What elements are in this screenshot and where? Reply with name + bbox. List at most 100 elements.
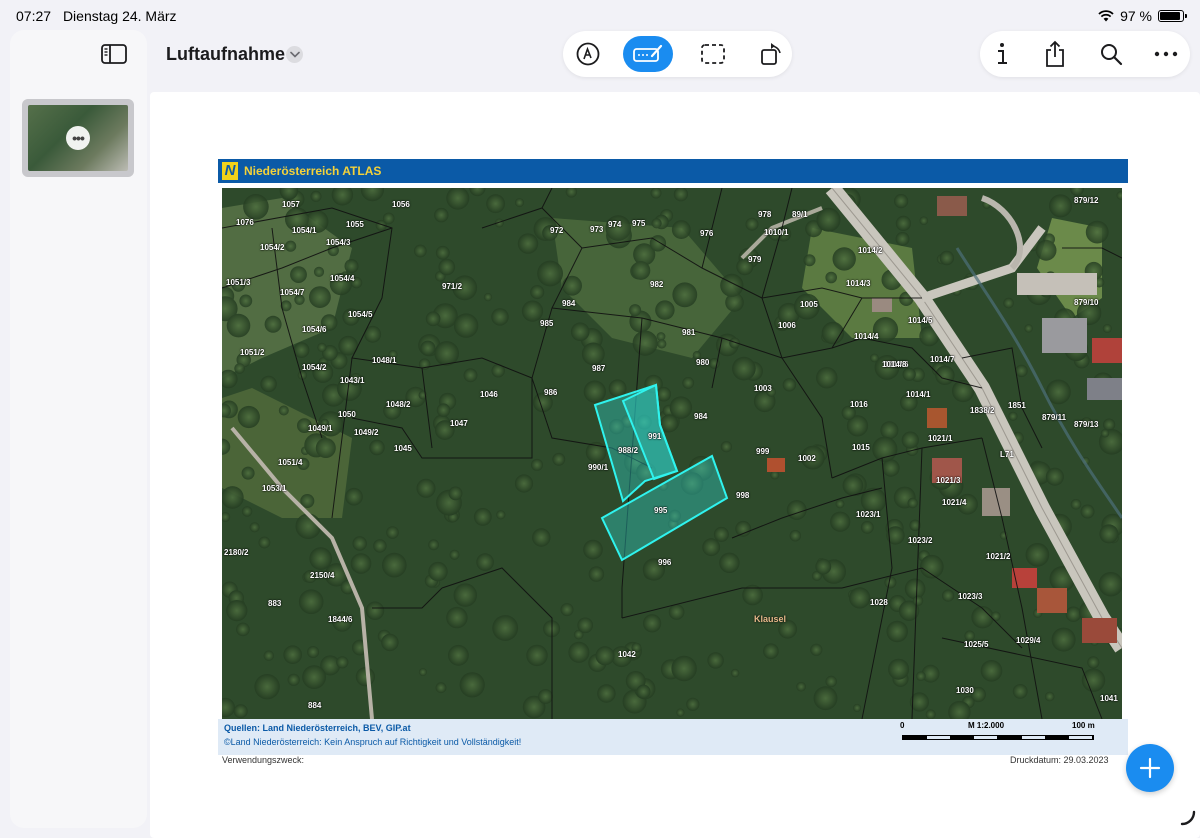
parcel-label: 1041 bbox=[1100, 694, 1118, 703]
search-icon bbox=[1101, 44, 1123, 66]
parcel-label: 1051/3 bbox=[226, 278, 251, 287]
aerial-map[interactable]: 1057 1076 1054/1 1055 1056 1054/3 1054/2… bbox=[222, 188, 1122, 719]
parcel-label: 1046 bbox=[480, 390, 498, 399]
parcel-label: 1021/2 bbox=[986, 552, 1011, 561]
parcel-label: 1056 bbox=[392, 200, 410, 209]
more-icon bbox=[1154, 51, 1178, 57]
parcel-label: 1010/1 bbox=[764, 228, 789, 237]
search-button[interactable] bbox=[1094, 37, 1128, 71]
more-button[interactable] bbox=[1149, 37, 1183, 71]
parcel-label: 1030 bbox=[956, 686, 974, 695]
document-toolbar bbox=[980, 31, 1190, 77]
purpose-label: Verwendungszweck: bbox=[222, 755, 305, 765]
parcel-label: 1047 bbox=[450, 419, 468, 428]
parcel-label: 2150/4 bbox=[310, 571, 335, 580]
parcel-label: 990/1 bbox=[588, 463, 609, 472]
place-label: Klausel bbox=[754, 614, 787, 624]
parcel-label: 988/2 bbox=[618, 446, 639, 455]
parcel-label: 1055 bbox=[346, 220, 364, 229]
annotate-tool-button[interactable] bbox=[623, 36, 673, 72]
map-source: Quellen: Land Niederösterreich, BEV, GIP… bbox=[224, 723, 411, 733]
title-menu-button[interactable] bbox=[286, 46, 303, 63]
parcel-label: 1844/6 bbox=[328, 615, 353, 624]
parcel-label: 974 bbox=[608, 220, 622, 229]
sidebar-icon bbox=[101, 44, 127, 64]
parcel-label: 1049/1 bbox=[308, 424, 333, 433]
parcel-label: 1015 bbox=[852, 443, 870, 452]
date: Dienstag 24. März bbox=[62, 8, 177, 24]
parcel-label: 991 bbox=[648, 432, 662, 441]
info-button[interactable] bbox=[985, 37, 1019, 71]
parcel-label: 1054/4 bbox=[330, 274, 355, 283]
document-title[interactable]: Luftaufnahme bbox=[166, 44, 285, 65]
sidebar-toggle-button[interactable] bbox=[100, 43, 128, 65]
parcel-label: 996 bbox=[658, 558, 672, 567]
parcel-label: 984 bbox=[694, 412, 708, 421]
resize-handle[interactable] bbox=[1180, 810, 1196, 826]
share-button[interactable] bbox=[1038, 37, 1072, 71]
parcel-label: 1838/2 bbox=[970, 406, 995, 415]
map-footer: Quellen: Land Niederösterreich, BEV, GIP… bbox=[218, 719, 1128, 755]
atlas-logo: N bbox=[222, 162, 238, 180]
parcel-label: 1014/7 bbox=[930, 355, 955, 364]
parcel-label: 879/12 bbox=[1074, 196, 1099, 205]
parcel-label: 1054/2 bbox=[302, 363, 327, 372]
clock: 07:27 bbox=[16, 8, 52, 24]
parcel-label: 1014/3 bbox=[846, 279, 871, 288]
wifi-icon bbox=[1098, 10, 1114, 22]
parcel-label: 998 bbox=[736, 491, 750, 500]
parcel-label: 2180/2 bbox=[224, 548, 249, 557]
parcel-label: 1006 bbox=[778, 321, 796, 330]
parcel-label: 879/11 bbox=[1042, 413, 1067, 422]
share-icon bbox=[1046, 40, 1064, 67]
parcel-label: 1023/2 bbox=[908, 536, 933, 545]
parcel-label: 1050 bbox=[338, 410, 356, 419]
parcel-label: 1023/3 bbox=[958, 592, 983, 601]
parcel-label: 1023/1 bbox=[856, 510, 881, 519]
parcel-label: 1048/1 bbox=[372, 356, 397, 365]
scale-end: 100 m bbox=[1072, 721, 1095, 730]
thumbnail-more-button[interactable]: ••• bbox=[66, 126, 90, 150]
chevron-down-icon bbox=[289, 51, 300, 58]
scale-bar: 0 M 1:2.000 100 m bbox=[900, 721, 1100, 751]
parcel-label: 1054/2 bbox=[260, 243, 285, 252]
parcel-label: 89/1 bbox=[792, 210, 808, 219]
parcel-label: 1043/1 bbox=[340, 376, 365, 385]
parcel-label: 1851 bbox=[1008, 401, 1026, 410]
parcel-label: 1003 bbox=[754, 384, 772, 393]
parcel-label: 1025/5 bbox=[964, 640, 989, 649]
select-tool-button[interactable] bbox=[688, 36, 738, 72]
battery-fill bbox=[1160, 12, 1181, 20]
parcel-label: 973 bbox=[590, 225, 604, 234]
pen-tool-button[interactable] bbox=[563, 36, 613, 72]
scale-ratio: M 1:2.000 bbox=[968, 721, 1005, 730]
parcel-label: 1016 bbox=[850, 400, 868, 409]
page-thumbnail[interactable]: ••• bbox=[22, 99, 134, 177]
dashed-select-icon bbox=[701, 44, 725, 64]
atlas-header: N Niederösterreich ATLAS bbox=[218, 159, 1128, 183]
add-button[interactable] bbox=[1126, 744, 1174, 792]
battery-percent: 97 % bbox=[1120, 8, 1152, 24]
parcel-label: 1049/2 bbox=[354, 428, 379, 437]
parcel-label: 984 bbox=[562, 299, 576, 308]
status-bar: 07:27 Dienstag 24. März 97 % bbox=[0, 0, 1200, 32]
atlas-title: Niederösterreich ATLAS bbox=[244, 164, 382, 178]
parcel-label: 1021/1 bbox=[928, 434, 953, 443]
rotate-tool-button[interactable] bbox=[747, 36, 797, 72]
parcel-label: 1014/4 bbox=[854, 332, 879, 341]
parcel-label: 879/10 bbox=[1074, 298, 1099, 307]
parcel-label: 980 bbox=[696, 358, 710, 367]
parcel-label: 1021/4 bbox=[942, 498, 967, 507]
parcel-label: 981 bbox=[682, 328, 696, 337]
parcel-label: 883 bbox=[268, 599, 282, 608]
parcel-label: 971/2 bbox=[442, 282, 463, 291]
parcel-label: 1054/5 bbox=[348, 310, 373, 319]
parcel-label: 1042 bbox=[618, 650, 636, 659]
parcel-label: 1014/1 bbox=[906, 390, 931, 399]
parcel-label: 1054/1 bbox=[292, 226, 317, 235]
parcel-label: 985 bbox=[540, 319, 554, 328]
parcel-label: 979 bbox=[748, 255, 762, 264]
parcel-label: 978 bbox=[758, 210, 772, 219]
parcel-label: 1054/6 bbox=[302, 325, 327, 334]
parcel-label: 999 bbox=[756, 447, 770, 456]
